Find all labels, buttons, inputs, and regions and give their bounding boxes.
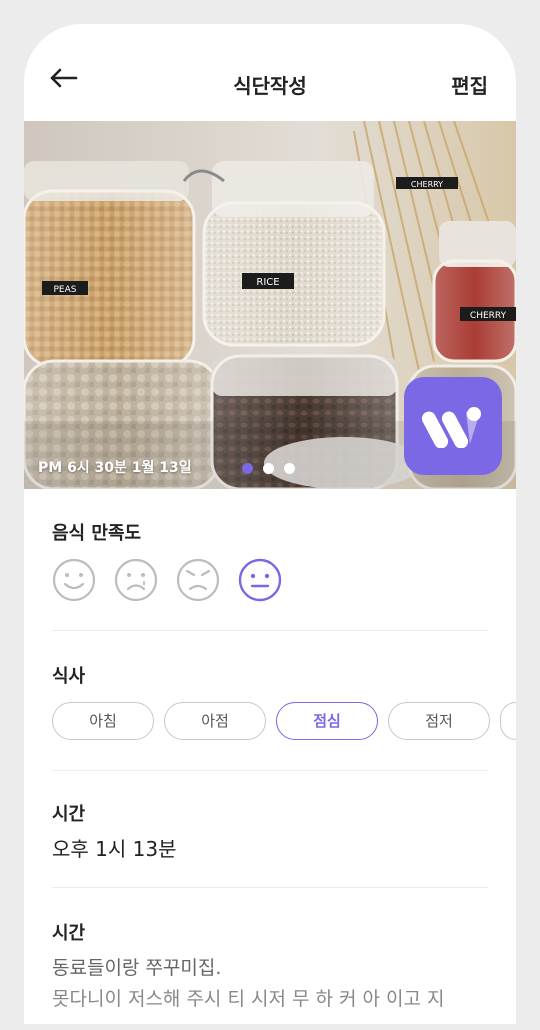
carousel-dots [242,463,295,474]
top-bar: 식단작성 편집 [24,24,516,121]
jar-label-rice: RICE [256,277,279,288]
food-photo[interactable]: PEAS RICE CHERRY CHERRY PM 6시 30분 1월 13일 [24,121,516,489]
meal-chip-lunch[interactable]: 점심 [276,702,378,740]
carousel-dot-1[interactable] [242,463,253,474]
jar-label-peas: PEAS [54,285,77,295]
meal-chip-late-lunch[interactable]: 점저 [388,702,490,740]
carousel-dot-3[interactable] [284,463,295,474]
angry-face-icon[interactable] [176,558,220,602]
time-label: 시간 [52,804,86,825]
app-logo-icon [404,377,502,475]
edit-button[interactable]: 편집 [451,70,488,99]
divider [52,630,488,631]
satisfaction-label: 음식 만족도 [52,523,142,544]
divider [52,770,488,771]
memo-line-2: 못다니이 저스해 주시 티 시저 무 하 커 아 이고 지 [52,988,445,1010]
meal-label: 식사 [52,666,86,687]
meal-chip-breakfast[interactable]: 아침 [52,702,154,740]
time-value[interactable]: 오후 1시 13분 [52,833,177,862]
neutral-face-icon[interactable] [238,558,282,602]
photo-timestamp: PM 6시 30분 1월 13일 [38,460,192,476]
page-title: 식단작성 [233,74,307,98]
crying-face-icon[interactable] [114,558,158,602]
jar-label-cherry-back: CHERRY [411,180,443,189]
meal-chip-brunch[interactable]: 아점 [164,702,266,740]
smiling-face-icon[interactable] [52,558,96,602]
screen: 식단작성 편집 PEAS RICE CHERRY CHERRY PM 6시 30… [24,24,516,1024]
memo-label: 시간 [52,923,86,944]
jar-label-cherry: CHERRY [470,311,507,321]
meal-chip-more[interactable] [500,702,516,740]
divider [52,887,488,888]
carousel-dot-2[interactable] [263,463,274,474]
memo-line-1: 동료들이랑 쭈꾸미집. [52,957,222,979]
